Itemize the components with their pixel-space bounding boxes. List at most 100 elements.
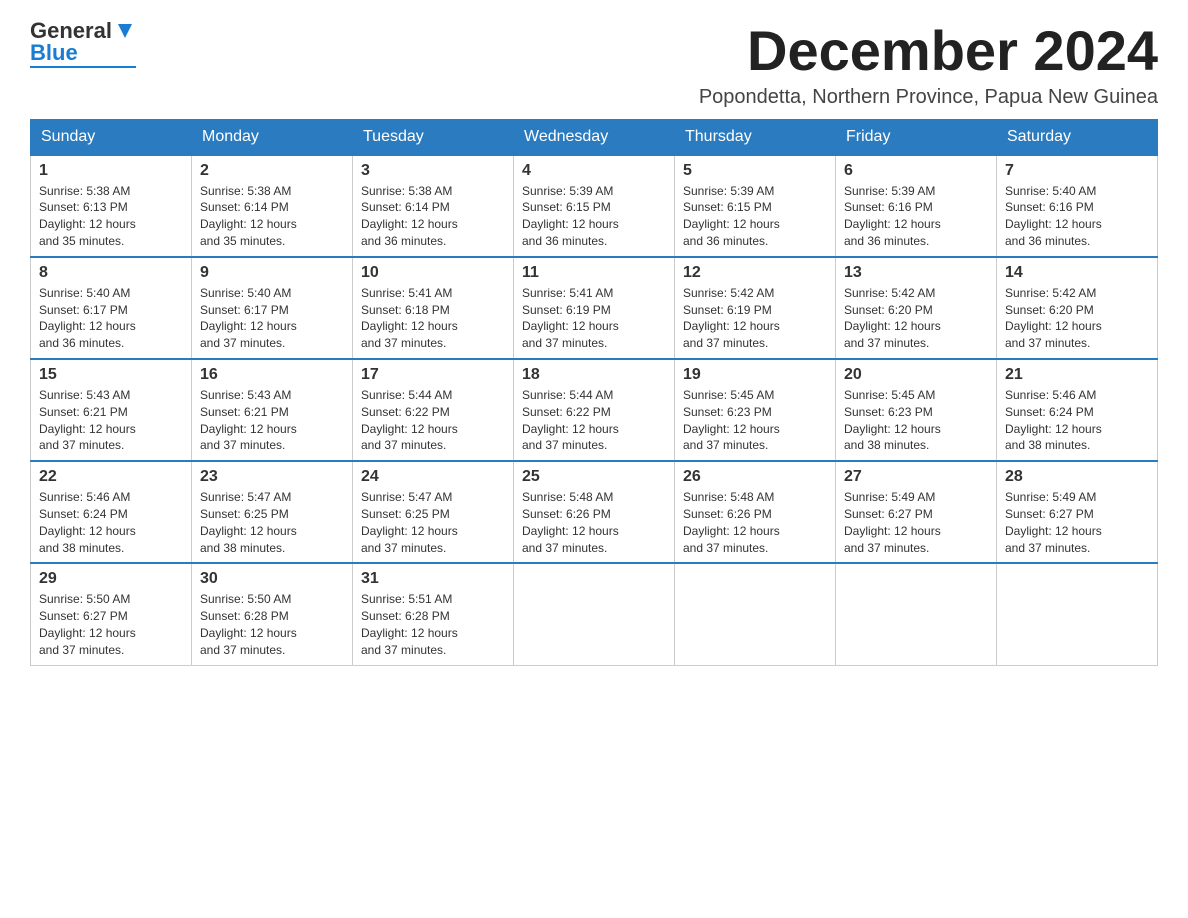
day-cell-23: 23 Sunrise: 5:47 AMSunset: 6:25 PMDayligh… bbox=[192, 461, 353, 563]
logo: General Blue bbox=[30, 20, 136, 68]
day-cell-9: 9 Sunrise: 5:40 AMSunset: 6:17 PMDaylight… bbox=[192, 257, 353, 359]
day-cell-7: 7 Sunrise: 5:40 AMSunset: 6:16 PMDaylight… bbox=[997, 155, 1158, 257]
week-row-3: 15Sunrise: 5:43 AMSunset: 6:21 PMDayligh… bbox=[31, 359, 1158, 461]
day-number: 31 bbox=[361, 570, 505, 588]
day-number: 3 bbox=[361, 162, 505, 180]
day-number: 24 bbox=[361, 468, 505, 486]
day-number: 17 bbox=[361, 366, 505, 384]
day-info: Sunrise: 5:48 AMSunset: 6:26 PMDaylight:… bbox=[522, 489, 666, 556]
day-number: 27 bbox=[844, 468, 988, 486]
day-number: 20 bbox=[844, 366, 988, 384]
week-row-4: 22Sunrise: 5:46 AMSunset: 6:24 PMDayligh… bbox=[31, 461, 1158, 563]
day-number: 2 bbox=[200, 162, 344, 180]
day-info: Sunrise: 5:39 AMSunset: 6:15 PMDaylight:… bbox=[683, 183, 827, 250]
day-number: 21 bbox=[1005, 366, 1149, 384]
day-number: 19 bbox=[683, 366, 827, 384]
day-number: 12 bbox=[683, 264, 827, 282]
day-number: 22 bbox=[39, 468, 183, 486]
logo-name: General Blue bbox=[30, 20, 136, 68]
day-cell-24: 24 Sunrise: 5:47 AMSunset: 6:25 PMDayligh… bbox=[353, 461, 514, 563]
day-cell-21: 21 Sunrise: 5:46 AMSunset: 6:24 PMDayligh… bbox=[997, 359, 1158, 461]
weekday-header-saturday: Saturday bbox=[997, 119, 1158, 155]
day-cell-18: 18 Sunrise: 5:44 AMSunset: 6:22 PMDayligh… bbox=[514, 359, 675, 461]
day-info: Sunrise: 5:47 AMSunset: 6:25 PMDaylight:… bbox=[200, 489, 344, 556]
day-number: 13 bbox=[844, 264, 988, 282]
day-info: Sunrise: 5:47 AMSunset: 6:25 PMDaylight:… bbox=[361, 489, 505, 556]
weekday-header-wednesday: Wednesday bbox=[514, 119, 675, 155]
day-number: 11 bbox=[522, 264, 666, 282]
week-row-1: 1 Sunrise: 5:38 AMSunset: 6:13 PMDaylight… bbox=[31, 155, 1158, 257]
week-row-2: 8 Sunrise: 5:40 AMSunset: 6:17 PMDaylight… bbox=[31, 257, 1158, 359]
day-number: 10 bbox=[361, 264, 505, 282]
day-info: Sunrise: 5:46 AMSunset: 6:24 PMDaylight:… bbox=[1005, 387, 1149, 454]
logo-blue-text: Blue bbox=[30, 42, 136, 64]
day-info: Sunrise: 5:48 AMSunset: 6:26 PMDaylight:… bbox=[683, 489, 827, 556]
day-info: Sunrise: 5:50 AMSunset: 6:27 PMDaylight:… bbox=[39, 591, 183, 658]
day-info: Sunrise: 5:43 AMSunset: 6:21 PMDaylight:… bbox=[200, 387, 344, 454]
day-cell-31: 31 Sunrise: 5:51 AMSunset: 6:28 PMDayligh… bbox=[353, 563, 514, 665]
day-info: Sunrise: 5:44 AMSunset: 6:22 PMDaylight:… bbox=[522, 387, 666, 454]
day-number: 26 bbox=[683, 468, 827, 486]
title-area: December 2024 Popondetta, Northern Provi… bbox=[699, 20, 1158, 109]
day-cell-20: 20 Sunrise: 5:45 AMSunset: 6:23 PMDayligh… bbox=[836, 359, 997, 461]
day-cell-11: 11 Sunrise: 5:41 AMSunset: 6:19 PMDayligh… bbox=[514, 257, 675, 359]
empty-cell bbox=[675, 563, 836, 665]
day-number: 1 bbox=[39, 162, 183, 180]
empty-cell bbox=[514, 563, 675, 665]
day-info: Sunrise: 5:42 AMSunset: 6:20 PMDaylight:… bbox=[844, 285, 988, 352]
day-number: 18 bbox=[522, 366, 666, 384]
location-subtitle: Popondetta, Northern Province, Papua New… bbox=[699, 86, 1158, 109]
day-info: Sunrise: 5:38 AMSunset: 6:13 PMDaylight:… bbox=[39, 183, 183, 250]
day-cell-19: 19Sunrise: 5:45 AMSunset: 6:23 PMDayligh… bbox=[675, 359, 836, 461]
day-info: Sunrise: 5:42 AMSunset: 6:19 PMDaylight:… bbox=[683, 285, 827, 352]
day-info: Sunrise: 5:49 AMSunset: 6:27 PMDaylight:… bbox=[1005, 489, 1149, 556]
page-header: General Blue December 2024 Popondetta, N… bbox=[30, 20, 1158, 109]
day-number: 8 bbox=[39, 264, 183, 282]
day-info: Sunrise: 5:38 AMSunset: 6:14 PMDaylight:… bbox=[200, 183, 344, 250]
logo-general-text: General bbox=[30, 20, 112, 42]
day-cell-25: 25 Sunrise: 5:48 AMSunset: 6:26 PMDayligh… bbox=[514, 461, 675, 563]
day-info: Sunrise: 5:40 AMSunset: 6:17 PMDaylight:… bbox=[39, 285, 183, 352]
weekday-header-monday: Monday bbox=[192, 119, 353, 155]
day-cell-8: 8 Sunrise: 5:40 AMSunset: 6:17 PMDaylight… bbox=[31, 257, 192, 359]
day-info: Sunrise: 5:43 AMSunset: 6:21 PMDaylight:… bbox=[39, 387, 183, 454]
logo-underline bbox=[30, 66, 136, 68]
day-cell-26: 26 Sunrise: 5:48 AMSunset: 6:26 PMDayligh… bbox=[675, 461, 836, 563]
day-info: Sunrise: 5:40 AMSunset: 6:16 PMDaylight:… bbox=[1005, 183, 1149, 250]
day-number: 5 bbox=[683, 162, 827, 180]
day-info: Sunrise: 5:40 AMSunset: 6:17 PMDaylight:… bbox=[200, 285, 344, 352]
day-info: Sunrise: 5:51 AMSunset: 6:28 PMDaylight:… bbox=[361, 591, 505, 658]
day-cell-16: 16Sunrise: 5:43 AMSunset: 6:21 PMDayligh… bbox=[192, 359, 353, 461]
day-info: Sunrise: 5:41 AMSunset: 6:19 PMDaylight:… bbox=[522, 285, 666, 352]
day-number: 23 bbox=[200, 468, 344, 486]
weekday-header-thursday: Thursday bbox=[675, 119, 836, 155]
day-number: 30 bbox=[200, 570, 344, 588]
day-cell-14: 14Sunrise: 5:42 AMSunset: 6:20 PMDayligh… bbox=[997, 257, 1158, 359]
day-cell-17: 17 Sunrise: 5:44 AMSunset: 6:22 PMDayligh… bbox=[353, 359, 514, 461]
day-cell-10: 10 Sunrise: 5:41 AMSunset: 6:18 PMDayligh… bbox=[353, 257, 514, 359]
weekday-header-row: SundayMondayTuesdayWednesdayThursdayFrid… bbox=[31, 119, 1158, 155]
day-cell-1: 1 Sunrise: 5:38 AMSunset: 6:13 PMDaylight… bbox=[31, 155, 192, 257]
day-info: Sunrise: 5:45 AMSunset: 6:23 PMDaylight:… bbox=[844, 387, 988, 454]
weekday-header-tuesday: Tuesday bbox=[353, 119, 514, 155]
day-number: 6 bbox=[844, 162, 988, 180]
day-cell-22: 22Sunrise: 5:46 AMSunset: 6:24 PMDayligh… bbox=[31, 461, 192, 563]
day-number: 7 bbox=[1005, 162, 1149, 180]
day-number: 4 bbox=[522, 162, 666, 180]
day-info: Sunrise: 5:38 AMSunset: 6:14 PMDaylight:… bbox=[361, 183, 505, 250]
day-cell-30: 30 Sunrise: 5:50 AMSunset: 6:28 PMDayligh… bbox=[192, 563, 353, 665]
day-number: 14 bbox=[1005, 264, 1149, 282]
week-row-5: 29Sunrise: 5:50 AMSunset: 6:27 PMDayligh… bbox=[31, 563, 1158, 665]
day-number: 9 bbox=[200, 264, 344, 282]
calendar-table: SundayMondayTuesdayWednesdayThursdayFrid… bbox=[30, 119, 1158, 666]
day-info: Sunrise: 5:50 AMSunset: 6:28 PMDaylight:… bbox=[200, 591, 344, 658]
day-info: Sunrise: 5:41 AMSunset: 6:18 PMDaylight:… bbox=[361, 285, 505, 352]
day-cell-4: 4 Sunrise: 5:39 AMSunset: 6:15 PMDaylight… bbox=[514, 155, 675, 257]
day-cell-29: 29Sunrise: 5:50 AMSunset: 6:27 PMDayligh… bbox=[31, 563, 192, 665]
day-info: Sunrise: 5:39 AMSunset: 6:15 PMDaylight:… bbox=[522, 183, 666, 250]
day-info: Sunrise: 5:44 AMSunset: 6:22 PMDaylight:… bbox=[361, 387, 505, 454]
day-number: 25 bbox=[522, 468, 666, 486]
day-cell-5: 5 Sunrise: 5:39 AMSunset: 6:15 PMDaylight… bbox=[675, 155, 836, 257]
day-cell-3: 3 Sunrise: 5:38 AMSunset: 6:14 PMDaylight… bbox=[353, 155, 514, 257]
day-cell-6: 6Sunrise: 5:39 AMSunset: 6:16 PMDaylight… bbox=[836, 155, 997, 257]
